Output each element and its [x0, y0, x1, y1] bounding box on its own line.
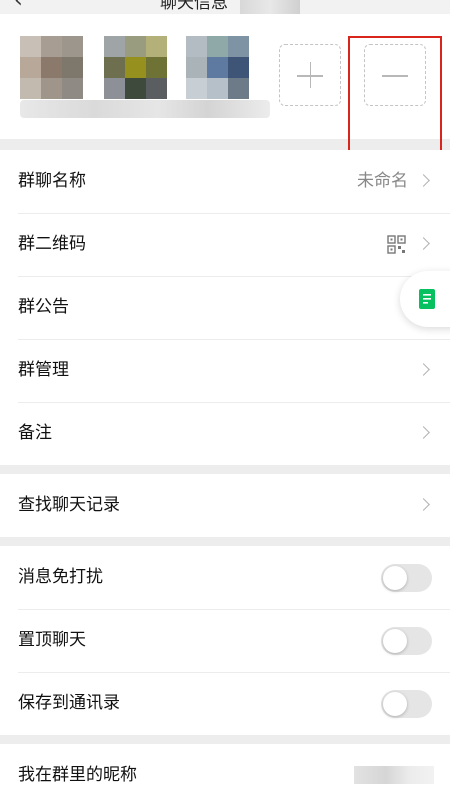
row-label: 保存到通讯录: [18, 693, 120, 713]
chevron-right-icon: [417, 237, 430, 250]
settings-group-3: 消息免打扰 置顶聊天 保存到通讯录: [0, 546, 450, 735]
highlight-box: [348, 36, 442, 152]
toggle-knob: [383, 629, 407, 653]
title-blur: [240, 0, 300, 14]
toggle-knob: [383, 692, 407, 716]
row-label: 我在群里的昵称: [18, 765, 137, 785]
notes-icon: [419, 289, 435, 309]
member-grid: [0, 14, 450, 152]
row-label: 查找聊天记录: [18, 495, 120, 515]
remark-row[interactable]: 备注: [0, 402, 450, 465]
member-avatar[interactable]: [186, 36, 249, 99]
group-qr-row[interactable]: 群二维码: [0, 213, 450, 276]
my-nickname-row[interactable]: 我在群里的昵称: [0, 744, 450, 800]
chevron-right-icon: [417, 174, 430, 187]
row-label: 置顶聊天: [18, 630, 86, 650]
qr-code-icon: [387, 235, 406, 254]
group-manage-row[interactable]: 群管理: [0, 339, 450, 402]
save-contacts-row: 保存到通讯录: [0, 672, 450, 735]
row-label: 群聊名称: [18, 171, 86, 191]
settings-group-1: 群聊名称 未命名 群二维码 群公告 群管理 备注: [0, 150, 450, 465]
chevron-right-icon: [417, 426, 430, 439]
pin-row: 置顶聊天: [0, 609, 450, 672]
row-label: 群二维码: [18, 234, 86, 254]
group-name-value: 未命名: [357, 171, 408, 191]
search-history-row[interactable]: 查找聊天记录: [0, 474, 450, 537]
member-avatar[interactable]: [104, 36, 167, 99]
pin-toggle[interactable]: [381, 627, 432, 655]
row-label: 群公告: [18, 297, 69, 317]
member-names-blur: [20, 100, 270, 118]
settings-group-4: 我在群里的昵称: [0, 744, 450, 800]
mute-toggle[interactable]: [381, 564, 432, 592]
row-label: 群管理: [18, 360, 69, 380]
member-avatar[interactable]: [20, 36, 83, 99]
row-label: 备注: [18, 423, 52, 443]
plus-icon-vertical: [309, 62, 311, 88]
group-notice-row[interactable]: 群公告: [0, 276, 450, 339]
chevron-right-icon: [417, 498, 430, 511]
add-member-button[interactable]: [279, 44, 341, 106]
back-arrow-icon[interactable]: ‹: [14, 0, 23, 13]
floating-notes-button[interactable]: [400, 271, 450, 327]
mute-row: 消息免打扰: [0, 546, 450, 609]
nickname-blur: [354, 766, 434, 784]
save-contacts-toggle[interactable]: [381, 690, 432, 718]
settings-group-2: 查找聊天记录: [0, 474, 450, 537]
chevron-right-icon: [417, 363, 430, 376]
toggle-knob: [383, 566, 407, 590]
group-name-row[interactable]: 群聊名称 未命名: [0, 150, 450, 213]
row-label: 消息免打扰: [18, 567, 103, 587]
top-bar: ‹ 聊天信息: [0, 0, 450, 14]
